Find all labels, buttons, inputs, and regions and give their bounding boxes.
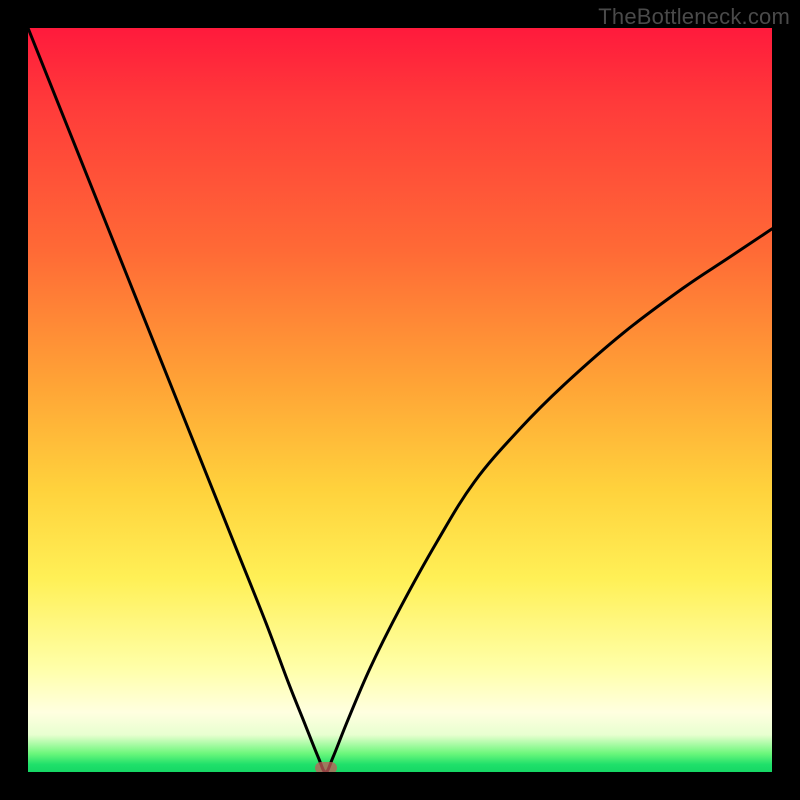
watermark-label: TheBottleneck.com bbox=[598, 4, 790, 30]
plot-area bbox=[28, 28, 772, 772]
bottleneck-curve-path bbox=[28, 28, 772, 772]
curve-svg bbox=[28, 28, 772, 772]
chart-frame: TheBottleneck.com bbox=[0, 0, 800, 800]
minimum-marker bbox=[315, 762, 337, 772]
